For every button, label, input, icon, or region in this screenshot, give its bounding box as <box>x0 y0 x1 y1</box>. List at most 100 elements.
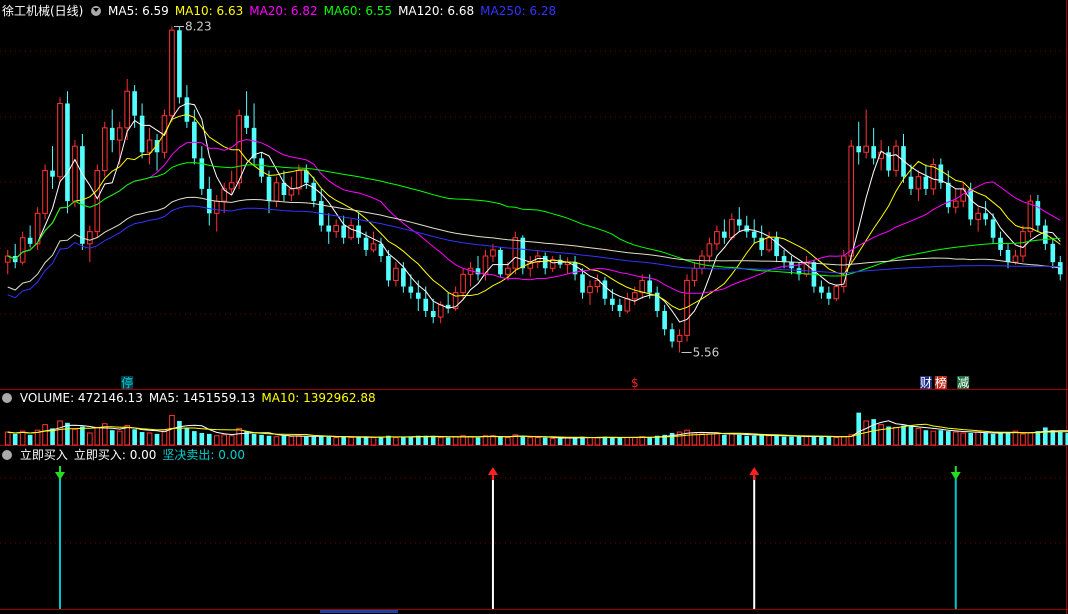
volume-bar <box>893 426 899 446</box>
volume-bar <box>445 437 451 445</box>
volume-bar <box>594 437 601 446</box>
candle-body <box>580 274 585 293</box>
signal-label-2: 坚决卖出: 0.00 <box>162 448 245 462</box>
candle-body <box>348 225 354 239</box>
ma-label-3: MA60: 6.55 <box>323 4 393 18</box>
volume-bar <box>57 420 63 446</box>
volume-bar <box>1005 432 1011 445</box>
price-annotation: 5.56 <box>693 345 720 359</box>
candle-body <box>631 292 638 300</box>
volume-bar <box>273 436 280 446</box>
candle-body <box>87 231 93 245</box>
candle-body <box>952 200 959 208</box>
sell-arrow-icon <box>54 472 65 480</box>
volume-bar <box>408 436 414 445</box>
candle-body <box>505 267 511 275</box>
volume-bar <box>871 419 876 445</box>
main-panel-header: 徐工机械(日线) MA5: 6.59 MA10: 6.63 MA20: 6.82 MA… <box>2 2 562 18</box>
volume-bar <box>363 436 369 445</box>
volume-bar <box>1057 432 1063 445</box>
volume-bar <box>669 432 675 445</box>
volume-bar <box>132 429 137 445</box>
candle-body <box>116 127 123 141</box>
candle-body <box>415 292 421 299</box>
chart-canvas: 8.23 5.56 停 $ 财榜减 <box>0 0 1068 614</box>
volume-bar <box>437 437 444 446</box>
volume-bar <box>826 436 832 445</box>
volume-bar <box>4 431 11 446</box>
candle-body <box>893 145 899 172</box>
volume-bar <box>1043 427 1048 445</box>
volume-bar <box>87 432 93 446</box>
candle-body <box>691 267 698 281</box>
volume-bar <box>520 435 526 445</box>
candle-body <box>639 279 646 294</box>
signal-settings-icon[interactable] <box>2 450 12 460</box>
candle-body <box>736 219 742 226</box>
ma-label-2: MA20: 6.82 <box>249 4 318 18</box>
candle-body <box>983 213 988 220</box>
candle-body <box>498 249 503 275</box>
candle-body <box>624 298 631 312</box>
signal-label-0: 立即买入 <box>19 448 68 462</box>
volume-bar <box>938 430 944 445</box>
volume-bar <box>490 435 496 446</box>
candle-body <box>206 188 212 214</box>
volume-label-0: VOLUME: 472146.13 <box>19 391 143 405</box>
volume-bar <box>706 433 713 446</box>
volume-settings-icon[interactable] <box>2 393 12 403</box>
volume-bar <box>759 434 764 445</box>
candle-body <box>549 259 556 269</box>
volume-bar <box>401 436 406 445</box>
candle-body <box>19 237 26 263</box>
candle-body <box>363 237 369 250</box>
volume-bar <box>184 428 190 445</box>
volume-bar <box>94 426 101 446</box>
volume-bar <box>177 420 182 445</box>
candle-body <box>370 243 377 251</box>
volume-bar <box>19 430 26 446</box>
candle-body <box>42 170 48 214</box>
candle-body <box>676 334 683 342</box>
candle-body <box>833 286 840 300</box>
volume-bar <box>124 425 130 446</box>
candle-body <box>146 139 153 153</box>
volume-bar <box>617 437 623 445</box>
volume-bar <box>348 437 354 446</box>
signal-legend: 立即买入 立即买入: 0.00 坚决卖出: 0.00 <box>20 448 251 462</box>
candle-body <box>27 237 33 244</box>
candle-body <box>766 237 772 251</box>
volume-bar <box>856 412 862 445</box>
candle-body <box>72 145 78 202</box>
sell-arrow-icon <box>950 472 961 480</box>
volume-bar <box>647 437 653 445</box>
candle-body <box>213 200 220 214</box>
settings-circle-icon[interactable] <box>91 6 102 16</box>
candle-body <box>460 273 466 294</box>
volume-bar <box>161 429 168 446</box>
volume-bar <box>998 432 1003 445</box>
volume-bar <box>901 425 906 445</box>
volume-bar <box>534 437 541 446</box>
volume-bar <box>811 435 817 445</box>
main-panel-title: 徐工机械(日线) <box>2 4 84 18</box>
volume-bar <box>154 433 160 445</box>
candle-body <box>101 127 108 172</box>
volume-bar <box>840 436 847 446</box>
candle-body <box>1012 255 1019 263</box>
candle-body <box>50 170 55 177</box>
volume-bar <box>266 435 272 445</box>
candle-body <box>1050 243 1056 263</box>
volume-bar <box>393 437 399 446</box>
volume-bar <box>169 414 175 446</box>
ma250-line <box>7 205 1061 299</box>
candle-body <box>669 329 675 342</box>
volume-bar <box>975 431 981 446</box>
volume-bar <box>684 429 690 446</box>
candle-body <box>908 176 914 189</box>
ma-label-5: MA250: 6.28 <box>480 4 557 18</box>
volume-bar <box>72 428 78 446</box>
candle-body <box>714 231 720 245</box>
volume-bar <box>729 433 735 446</box>
volume-label-1: MA5: 1451559.13 <box>148 391 256 405</box>
